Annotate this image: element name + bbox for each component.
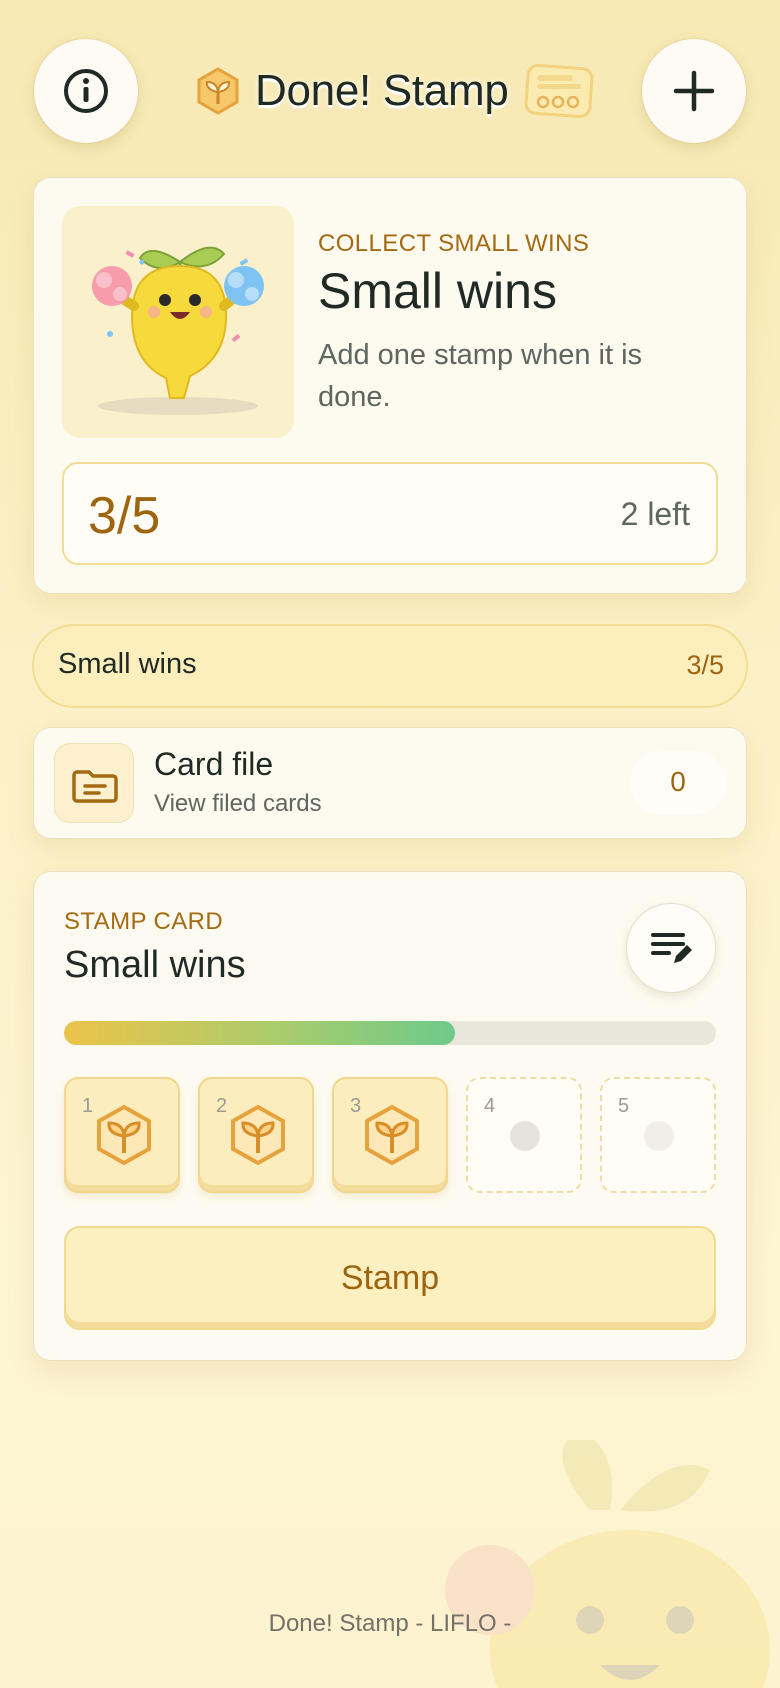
app-title: Done! Stamp: [255, 66, 509, 115]
footer-text: Done! Stamp - LIFLO -: [268, 1610, 512, 1637]
stamp-slot-4: 4: [466, 1077, 582, 1193]
progress-count: 3/5: [88, 487, 161, 545]
card-file-count: 0: [670, 766, 686, 797]
stamp-slot-1: 1: [64, 1077, 180, 1193]
hero-progress: 3/5 2 left: [62, 462, 718, 565]
stamp-slot-5: 5: [600, 1077, 716, 1193]
slot-number: 5: [618, 1095, 630, 1117]
empty-dot-icon: [510, 1121, 540, 1151]
remaining-count: 2 left: [620, 496, 690, 532]
mascot-watermark: [445, 1440, 770, 1688]
stamp-sprout-icon: [365, 1104, 419, 1166]
info-button[interactable]: [34, 39, 138, 143]
stamp-card-icon: [524, 63, 593, 119]
stamp-card-title: Small wins: [64, 944, 246, 986]
stamp-slot-3: 3: [332, 1077, 448, 1193]
edit-card-button[interactable]: [626, 903, 716, 993]
folder-icon: [72, 770, 118, 803]
stamp-progress-bar: [64, 1021, 716, 1045]
hero-title: Small wins: [318, 263, 557, 319]
sprout-badge-icon: [197, 67, 239, 115]
selector-count: 3/5: [686, 650, 724, 680]
hero-description: Add one stamp when it is done.: [318, 339, 643, 413]
slot-number: 4: [484, 1095, 496, 1117]
stamp-sprout-icon: [231, 1104, 285, 1166]
empty-dot-icon: [644, 1121, 674, 1151]
card-selector[interactable]: Small wins 3/5: [32, 624, 748, 708]
card-file-subtitle: View filed cards: [154, 790, 322, 817]
app-header: Done! Stamp: [195, 58, 595, 124]
edit-list-icon: [651, 933, 692, 963]
stamp-button[interactable]: Stamp: [64, 1226, 716, 1330]
stamp-card-eyebrow: STAMP CARD: [64, 908, 224, 935]
card-file-title: Card file: [154, 746, 274, 782]
hero-eyebrow: COLLECT SMALL WINS: [318, 230, 590, 257]
stamp-slot-2: 2: [198, 1077, 314, 1193]
add-button[interactable]: [642, 39, 746, 143]
cheering-sprout-icon: [92, 246, 264, 415]
stamp-progress-fill: [64, 1021, 456, 1045]
plus-icon: [673, 70, 715, 112]
card-file-count-badge: 0: [630, 751, 726, 815]
folder-tile: [54, 743, 134, 823]
info-icon: [64, 69, 108, 113]
stamp-sprout-icon: [97, 1104, 151, 1166]
mascot-illustration: [62, 206, 294, 438]
selector-label: Small wins: [58, 648, 197, 680]
